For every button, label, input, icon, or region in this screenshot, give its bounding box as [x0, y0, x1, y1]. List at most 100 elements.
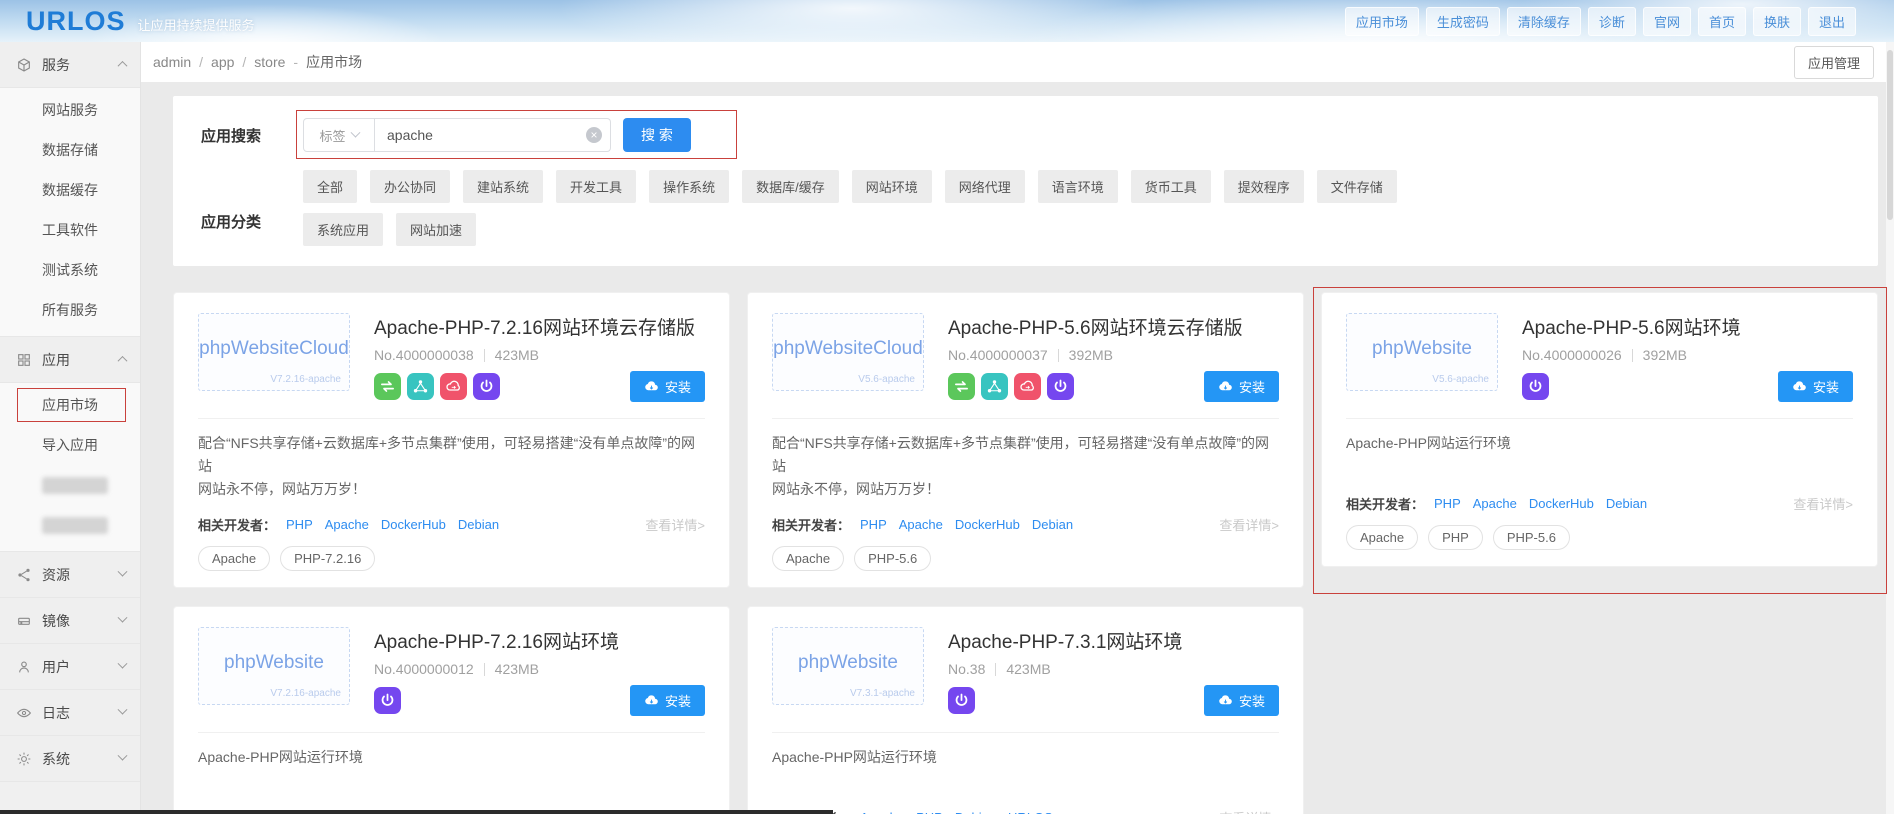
header-nav-logout-button[interactable]: 退出 — [1807, 6, 1856, 36]
category-chip[interactable]: 操作系统 — [649, 170, 730, 203]
app-meta: No.4000000037 392MB — [948, 347, 1279, 363]
tag-chip[interactable]: PHP-5.6 — [854, 546, 932, 572]
category-chip[interactable]: 网络代理 — [944, 170, 1025, 203]
tag-chip[interactable]: Apache — [198, 546, 271, 572]
vertical-scrollbar[interactable] — [1886, 42, 1894, 814]
category-chip[interactable]: 网站环境 — [851, 170, 932, 203]
category-chip[interactable]: 系统应用 — [303, 213, 384, 246]
sidebar-group-logs[interactable]: 日志 — [0, 690, 140, 736]
developer-link[interactable]: URLOS — [1008, 810, 1053, 814]
sidebar: 服务 网站服务 数据存储 数据缓存 工具软件 测试系统 所有服务 应用 应用市场… — [0, 42, 141, 814]
category-chip[interactable]: 建站系统 — [463, 170, 544, 203]
breadcrumb-admin[interactable]: admin — [153, 54, 191, 70]
developer-link[interactable]: Apache — [1473, 496, 1517, 511]
header-nav-skin-button[interactable]: 换肤 — [1752, 6, 1801, 36]
feature-icons — [374, 373, 500, 400]
sidebar-group-services[interactable]: 服务 — [0, 42, 140, 88]
grid-icon — [16, 352, 32, 368]
install-button[interactable]: 安装 — [1777, 371, 1853, 402]
divider — [198, 732, 705, 734]
category-chip[interactable]: 文件存储 — [1316, 170, 1397, 203]
sidebar-item-all-services[interactable]: 所有服务 — [0, 290, 140, 330]
developer-link[interactable]: PHP — [916, 810, 943, 814]
developer-link[interactable]: Apache — [325, 517, 369, 532]
scrollbar-thumb[interactable] — [1887, 50, 1893, 220]
clear-input-icon[interactable]: × — [586, 127, 602, 143]
view-details-link[interactable]: 查看详情> — [1219, 515, 1279, 534]
developer-link[interactable]: PHP — [860, 517, 887, 532]
developer-link[interactable]: Apache — [899, 517, 943, 532]
developer-link[interactable]: DockerHub — [955, 517, 1020, 532]
sidebar-item-tool-software[interactable]: 工具软件 — [0, 210, 140, 250]
redacted-text — [42, 516, 108, 534]
sidebar-group-resources[interactable]: 资源 — [0, 552, 140, 598]
tag-chip[interactable]: Apache — [772, 546, 845, 572]
tag-chip[interactable]: PHP-5.6 — [1492, 525, 1570, 550]
app-logo: phpWebsiteCloud V5.6-apache — [772, 313, 924, 391]
sidebar-item-data-cache[interactable]: 数据缓存 — [0, 170, 140, 210]
developer-link[interactable]: PHP — [286, 517, 313, 532]
chevron-down-icon — [117, 566, 128, 577]
app-description: Apache-PHP网站运行环境 — [198, 749, 363, 766]
divider — [772, 732, 1279, 734]
developer-link[interactable]: Debian — [1032, 517, 1073, 532]
sidebar-services-items: 网站服务 数据存储 数据缓存 工具软件 测试系统 所有服务 — [0, 88, 140, 337]
developer-link[interactable]: PHP — [1434, 496, 1461, 511]
tag-chip[interactable]: Apache — [1346, 525, 1419, 550]
category-chip[interactable]: 数据库/缓存 — [742, 170, 839, 203]
header-nav-home-button[interactable]: 首页 — [1697, 6, 1746, 36]
install-button[interactable]: 安装 — [629, 685, 705, 717]
tag-chip[interactable]: PHP — [1428, 525, 1483, 550]
view-details-link[interactable]: 查看详情> — [1219, 808, 1279, 814]
sidebar-item-redacted[interactable] — [0, 505, 140, 545]
developer-link[interactable]: Debian — [955, 810, 996, 814]
share-nodes-icon — [16, 567, 32, 583]
developer-link[interactable]: Apache — [860, 810, 904, 814]
search-type-dropdown[interactable]: 标签 — [303, 118, 375, 152]
header-nav-official-site-button[interactable]: 官网 — [1642, 6, 1691, 36]
header-nav-appstore-button[interactable]: 应用市场 — [1344, 6, 1419, 36]
search-button[interactable]: 搜 索 — [623, 118, 691, 152]
header-nav-diagnose-button[interactable]: 诊断 — [1587, 6, 1636, 36]
install-button[interactable]: 安装 — [1203, 371, 1279, 402]
category-chip[interactable]: 办公协同 — [370, 170, 451, 203]
power-icon — [948, 687, 975, 715]
sidebar-group-system[interactable]: 系统 — [0, 736, 140, 782]
breadcrumb: admin / app / store - 应用市场 — [153, 52, 362, 72]
tag-chip[interactable]: PHP-7.2.16 — [280, 546, 376, 572]
app-number: No.4000000012 — [374, 661, 474, 678]
sidebar-group-users[interactable]: 用户 — [0, 644, 140, 690]
sidebar-item-app-market[interactable]: 应用市场 — [0, 385, 140, 425]
breadcrumb-app[interactable]: app — [211, 54, 234, 70]
header-nav-clearcache-button[interactable]: 清除缓存 — [1506, 6, 1581, 36]
category-chip[interactable]: 货币工具 — [1130, 170, 1211, 203]
sidebar-item-website-service[interactable]: 网站服务 — [0, 90, 140, 130]
sync-icon — [948, 373, 975, 400]
category-chip-all[interactable]: 全部 — [303, 170, 358, 203]
sidebar-item-import-app[interactable]: 导入应用 — [0, 425, 140, 465]
developer-link[interactable]: DockerHub — [381, 517, 446, 532]
header-nav-genpassword-button[interactable]: 生成密码 — [1425, 6, 1500, 36]
category-chip[interactable]: 开发工具 — [556, 170, 637, 203]
view-details-link[interactable]: 查看详情> — [1793, 494, 1853, 513]
sidebar-item-test-system[interactable]: 测试系统 — [0, 250, 140, 290]
developer-link[interactable]: Debian — [1606, 496, 1647, 511]
install-button[interactable]: 安装 — [1203, 685, 1279, 717]
category-chip[interactable]: 网站加速 — [396, 213, 477, 246]
install-button[interactable]: 安装 — [629, 371, 705, 402]
app-size: 423MB — [494, 347, 540, 363]
view-details-link[interactable]: 查看详情> — [645, 515, 705, 534]
search-input[interactable] — [375, 118, 611, 152]
category-chip[interactable]: 语言环境 — [1037, 170, 1118, 203]
breadcrumb-store[interactable]: store — [254, 54, 285, 70]
app-manage-button[interactable]: 应用管理 — [1793, 45, 1874, 79]
developer-link[interactable]: Debian — [458, 517, 499, 532]
sidebar-group-apps[interactable]: 应用 — [0, 337, 140, 383]
developer-link[interactable]: DockerHub — [1529, 496, 1594, 511]
app-meta: No.4000000038 423MB — [374, 347, 705, 363]
sidebar-item-redacted[interactable] — [0, 465, 140, 505]
chevron-up-icon — [117, 355, 128, 366]
sidebar-group-images[interactable]: 镜像 — [0, 598, 140, 644]
category-chip[interactable]: 提效程序 — [1223, 170, 1304, 203]
sidebar-item-data-storage[interactable]: 数据存储 — [0, 130, 140, 170]
